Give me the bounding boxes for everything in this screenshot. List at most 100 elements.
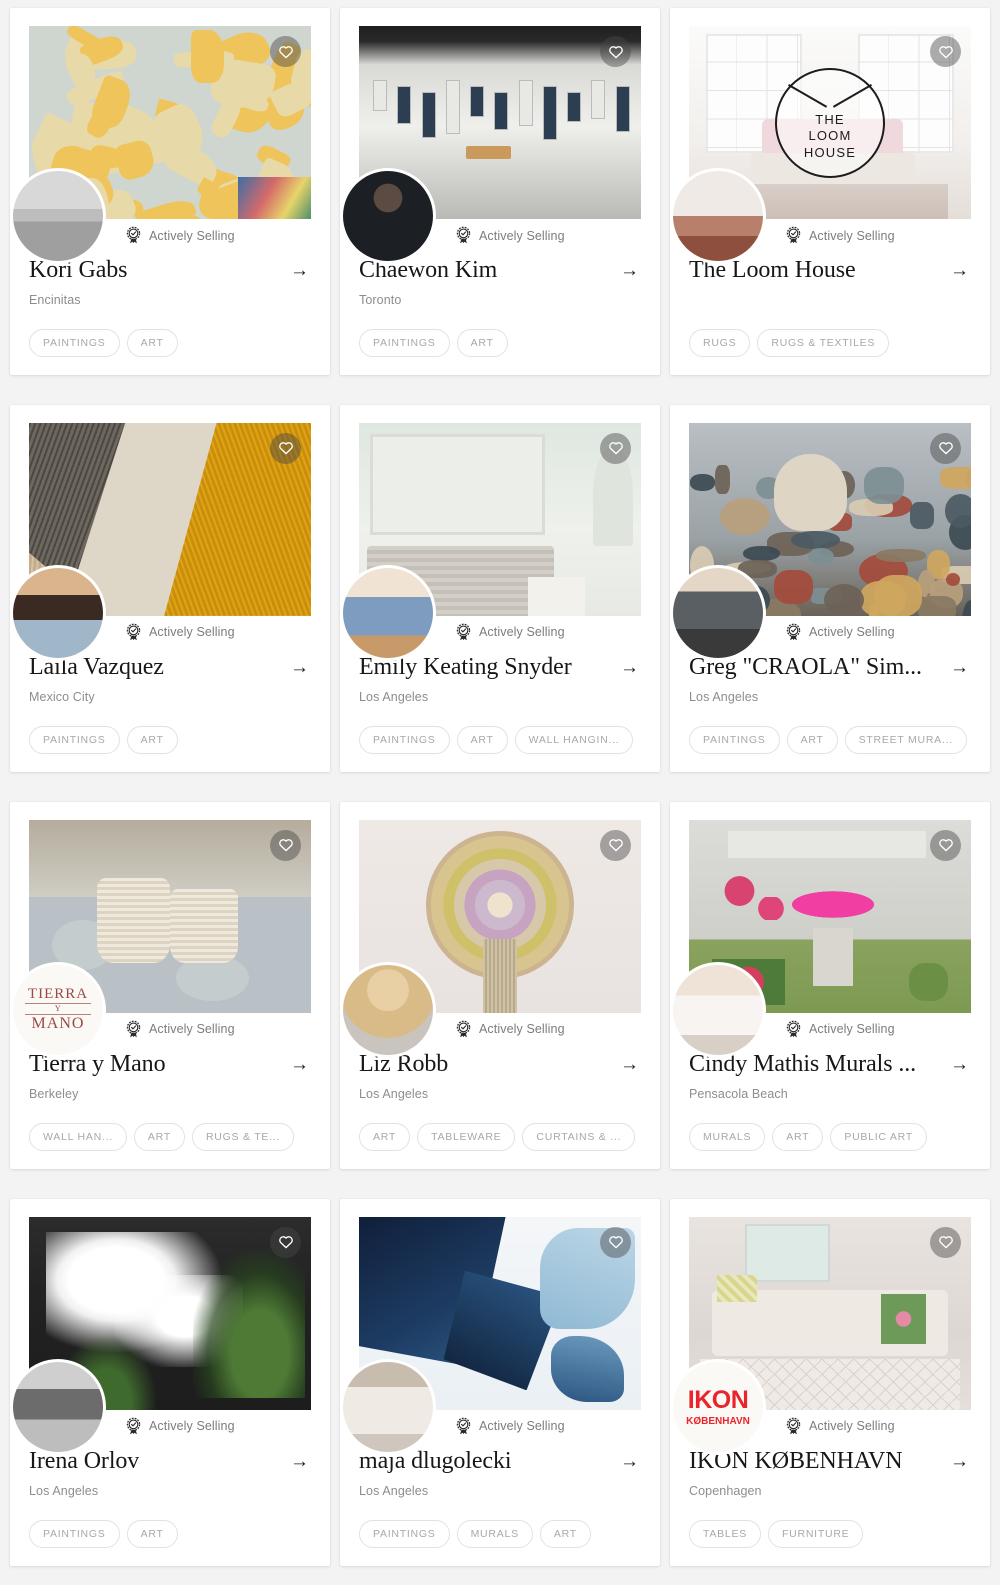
go-to-vendor-arrow[interactable]: → — [290, 261, 311, 280]
vendor-tag[interactable]: CURTAINS & ... — [522, 1123, 635, 1151]
avatar-image — [13, 568, 103, 658]
vendor-card-9[interactable]: Actively Selling Cindy Mathis Murals ...… — [670, 802, 990, 1169]
go-to-vendor-arrow[interactable]: → — [620, 261, 641, 280]
vendor-tag[interactable]: ART — [787, 726, 838, 754]
vendor-avatar[interactable] — [340, 565, 436, 661]
vendor-tag-list: PAINTINGS ART — [29, 1520, 311, 1548]
vendor-tag[interactable]: PAINTINGS — [29, 329, 120, 357]
vendor-tag[interactable]: RUGS & TEXTILES — [757, 329, 889, 357]
vendor-card-4[interactable]: Actively Selling Laila Vazquez → Mexico … — [10, 405, 330, 772]
go-to-vendor-arrow[interactable]: → — [290, 1055, 311, 1074]
vendor-tag[interactable]: PAINTINGS — [29, 726, 120, 754]
vendor-tag[interactable]: PAINTINGS — [359, 726, 450, 754]
vendor-avatar[interactable] — [340, 1359, 436, 1455]
favorite-button[interactable] — [270, 1227, 301, 1258]
vendor-tag[interactable]: ART — [127, 329, 178, 357]
vendor-tag[interactable]: RUGS & TE... — [192, 1123, 294, 1151]
card-hero-wrap — [359, 26, 641, 219]
vendor-tag[interactable]: TABLEWARE — [417, 1123, 515, 1151]
favorite-button[interactable] — [600, 36, 631, 67]
favorite-button[interactable] — [270, 36, 301, 67]
vendor-tag-list: PAINTINGS ART — [29, 726, 311, 754]
vendor-avatar[interactable] — [670, 962, 766, 1058]
favorite-button[interactable] — [270, 433, 301, 464]
vendor-tag-list: WALL HAN... ART RUGS & TE... — [29, 1123, 311, 1151]
vendor-avatar[interactable] — [340, 962, 436, 1058]
vendor-card-3[interactable]: THE LOOM HOUSE Actively Selling The Loom… — [670, 8, 990, 375]
favorite-button[interactable] — [930, 1227, 961, 1258]
vendor-card-11[interactable]: Actively Selling maja dlugolecki → Los A… — [340, 1199, 660, 1566]
avatar-image — [343, 568, 433, 658]
vendor-avatar[interactable]: TIERRA Y MANO — [10, 962, 106, 1058]
vendor-tag[interactable]: ART — [359, 1123, 410, 1151]
vendor-card-2[interactable]: Actively Selling Chaewon Kim → Toronto P… — [340, 8, 660, 375]
vendor-tag[interactable]: MURALS — [457, 1520, 533, 1548]
vendor-card-10[interactable]: Actively Selling Irena Orlov → Los Angel… — [10, 1199, 330, 1566]
favorite-button[interactable] — [270, 830, 301, 861]
card-hero-wrap — [689, 423, 971, 616]
vendor-card-8[interactable]: Actively Selling Liz Robb → Los Angeles … — [340, 802, 660, 1169]
vendor-tag[interactable]: PUBLIC ART — [830, 1123, 927, 1151]
favorite-button[interactable] — [930, 433, 961, 464]
vendor-card-1[interactable]: Actively Selling Kori Gabs → Encinitas P… — [10, 8, 330, 375]
vendor-avatar[interactable] — [10, 1359, 106, 1455]
vendor-avatar[interactable] — [670, 565, 766, 661]
status-badge: Actively Selling — [455, 1013, 641, 1041]
vendor-location: Toronto — [359, 293, 641, 308]
vendor-tag[interactable]: ART — [457, 726, 508, 754]
vendor-avatar[interactable] — [10, 565, 106, 661]
favorite-button[interactable] — [600, 433, 631, 464]
vendor-tag[interactable]: WALL HANGIN... — [515, 726, 634, 754]
go-to-vendor-arrow[interactable]: → — [950, 1055, 971, 1074]
vendor-tag[interactable]: PAINTINGS — [359, 1520, 450, 1548]
avatar-image — [13, 171, 103, 261]
vendor-tag[interactable]: MURALS — [689, 1123, 765, 1151]
go-to-vendor-arrow[interactable]: → — [950, 1452, 971, 1471]
vendor-tag[interactable]: PAINTINGS — [689, 726, 780, 754]
vendor-tag[interactable]: PAINTINGS — [29, 1520, 120, 1548]
go-to-vendor-arrow[interactable]: → — [620, 1452, 641, 1471]
vendor-avatar[interactable] — [10, 168, 106, 264]
favorite-button[interactable] — [930, 36, 961, 67]
vendor-tag[interactable]: FURNITURE — [768, 1520, 863, 1548]
heart-icon — [278, 440, 294, 456]
favorite-button[interactable] — [600, 830, 631, 861]
heart-icon — [938, 44, 954, 60]
vendor-tag[interactable]: ART — [134, 1123, 185, 1151]
vendor-tag[interactable]: WALL HAN... — [29, 1123, 127, 1151]
vendor-tag[interactable]: STREET MURA... — [845, 726, 967, 754]
vendor-tag[interactable]: PAINTINGS — [359, 329, 450, 357]
vendor-card-12[interactable]: IKON KØBENHAVN Actively Selling IKON KØBE… — [670, 1199, 990, 1566]
vendor-card-6[interactable]: Actively Selling Greg "CRAOLA" Sim... → … — [670, 405, 990, 772]
vendor-tag[interactable]: ART — [772, 1123, 823, 1151]
vendor-card-5[interactable]: Actively Selling Emily Keating Snyder → … — [340, 405, 660, 772]
go-to-vendor-arrow[interactable]: → — [950, 658, 971, 677]
vendor-tag-list: PAINTINGS ART — [29, 329, 311, 357]
avatar-image: IKON KØBENHAVN — [673, 1362, 763, 1452]
vendor-tag[interactable]: RUGS — [689, 329, 750, 357]
go-to-vendor-arrow[interactable]: → — [290, 658, 311, 677]
go-to-vendor-arrow[interactable]: → — [620, 1055, 641, 1074]
vendor-card-7[interactable]: TIERRA Y MANO Actively Selling Tierra y Ma… — [10, 802, 330, 1169]
vendor-tag[interactable]: ART — [127, 726, 178, 754]
vendor-tag[interactable]: TABLES — [689, 1520, 761, 1548]
vendor-tag[interactable]: ART — [127, 1520, 178, 1548]
vendor-location: Los Angeles — [359, 1484, 641, 1499]
status-badge: Actively Selling — [125, 219, 311, 247]
go-to-vendor-arrow[interactable]: → — [290, 1452, 311, 1471]
vendor-avatar[interactable] — [340, 168, 436, 264]
vendor-tag[interactable]: ART — [540, 1520, 591, 1548]
award-rosette-icon — [785, 1417, 802, 1436]
go-to-vendor-arrow[interactable]: → — [950, 261, 971, 280]
status-badge: Actively Selling — [785, 1013, 971, 1041]
heart-icon — [608, 44, 624, 60]
award-rosette-icon — [455, 226, 472, 245]
vendor-avatar[interactable] — [670, 168, 766, 264]
vendor-tag-list: TABLES FURNITURE — [689, 1520, 971, 1548]
vendor-avatar[interactable]: IKON KØBENHAVN — [670, 1359, 766, 1455]
favorite-button[interactable] — [600, 1227, 631, 1258]
favorite-button[interactable] — [930, 830, 961, 861]
status-badge: Actively Selling — [785, 616, 971, 644]
go-to-vendor-arrow[interactable]: → — [620, 658, 641, 677]
vendor-tag[interactable]: ART — [457, 329, 508, 357]
